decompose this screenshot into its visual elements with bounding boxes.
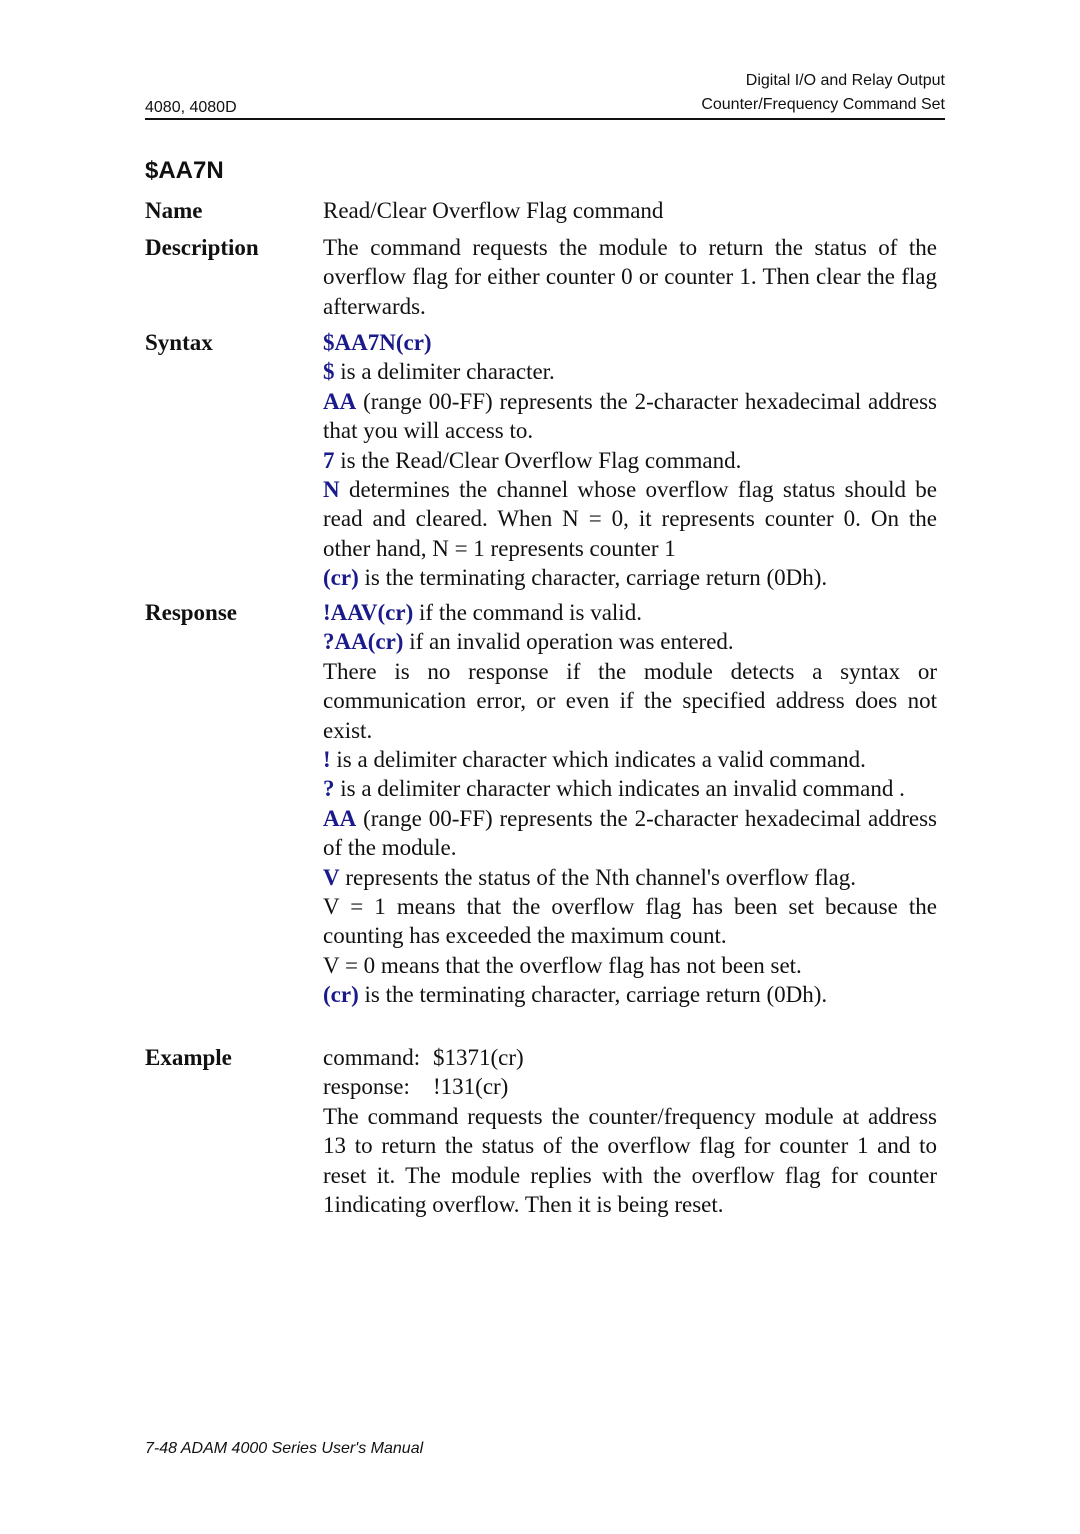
section-response: Response !AAV(cr) if the command is vali… xyxy=(145,598,937,1010)
name-text: Read/Clear Overflow Flag command xyxy=(323,198,664,223)
response-key: (cr) xyxy=(323,982,359,1008)
syntax-key: 7 xyxy=(323,447,335,473)
syntax-item: AA (range 00-FF) represents the 2-charac… xyxy=(323,387,937,446)
response-desc: is the terminating character, carriage r… xyxy=(358,982,828,1008)
response-v0: V = 0 means that the overflow flag has n… xyxy=(323,952,802,978)
response-desc: (range 00-FF) represents the 2-character… xyxy=(323,805,937,861)
page-footer: 7-48 ADAM 4000 Series User's Manual xyxy=(145,1440,424,1457)
response-v1: V = 1 means that the overflow flag has b… xyxy=(323,894,937,949)
header-model: 4080, 4080D xyxy=(145,99,237,116)
example-key: command: xyxy=(323,1045,421,1070)
response-key: !AAV(cr) xyxy=(323,600,414,625)
syntax-key: (cr) xyxy=(323,565,359,591)
response-desc: is a delimiter character which indicates… xyxy=(330,747,866,773)
section-label: Description xyxy=(145,235,259,260)
syntax-desc: is the Read/Clear Overflow Flag command. xyxy=(334,447,742,473)
section-description: Description The command requests the mod… xyxy=(145,233,937,321)
syntax-item: (cr) is the terminating character, carri… xyxy=(323,563,937,592)
syntax-command: $AA7N(cr) xyxy=(323,330,432,355)
example-command: command: $1371(cr) xyxy=(323,1043,937,1072)
response-key: ?AA(cr) xyxy=(323,629,404,655)
response-desc: represents the status of the Nth channel… xyxy=(339,864,857,890)
command-title: $AA7N xyxy=(145,157,224,184)
syntax-key: N xyxy=(323,477,340,503)
example-text: The command requests the counter/frequen… xyxy=(323,1103,937,1218)
syntax-item: $ is a delimiter character. xyxy=(323,357,937,386)
response-cr: (cr) is the terminating character, carri… xyxy=(323,980,937,1009)
section-name: Name Read/Clear Overflow Flag command xyxy=(145,196,937,225)
response-desc: if the command is valid. xyxy=(413,600,642,625)
header-chapter-line2: Counter/Frequency Command Set xyxy=(701,96,945,113)
response-item: ? is a delimiter character which indicat… xyxy=(323,774,937,803)
syntax-key: $ xyxy=(323,359,335,385)
description-text: The command requests the module to retur… xyxy=(323,235,937,319)
section-example: Example command: $1371(cr) response: !131(… xyxy=(145,1043,937,1219)
section-label: Example xyxy=(145,1045,232,1070)
response-valid: !AAV(cr) if the command is valid. xyxy=(323,598,937,627)
response-key: ? xyxy=(323,776,335,802)
header-chapter: Digital I/O and Relay Output Counter/Fre… xyxy=(701,69,945,117)
example-response: response: !131(cr) xyxy=(323,1072,937,1101)
example-value: !131(cr) xyxy=(433,1074,509,1100)
syntax-desc: determines the channel whose overflow fl… xyxy=(323,477,937,561)
syntax-key: AA xyxy=(323,388,357,414)
section-label: Name xyxy=(145,198,203,223)
response-key: ! xyxy=(323,747,331,773)
response-item: ! is a delimiter character which indicat… xyxy=(323,745,937,774)
syntax-desc: is the terminating character, carriage r… xyxy=(358,565,828,591)
syntax-desc: (range 00-FF) represents the 2-character… xyxy=(323,388,937,444)
section-syntax: Syntax $AA7N(cr) $ is a delimiter charac… xyxy=(145,328,937,593)
page-header: 4080, 4080D Digital I/O and Relay Output… xyxy=(145,68,945,120)
response-desc: if an invalid operation was entered. xyxy=(403,629,734,655)
response-no-response: There is no response if the module detec… xyxy=(323,658,937,743)
syntax-desc: is a delimiter character. xyxy=(334,359,555,385)
example-value: $1371(cr) xyxy=(433,1045,524,1070)
response-invalid: ?AA(cr) if an invalid operation was ente… xyxy=(323,627,937,656)
example-key: response: xyxy=(323,1074,410,1100)
response-item: V represents the status of the Nth chann… xyxy=(323,863,937,892)
section-label: Response xyxy=(145,600,238,625)
syntax-item: 7 is the Read/Clear Overflow Flag comman… xyxy=(323,446,937,475)
response-key: V xyxy=(323,864,340,890)
response-item: AA (range 00-FF) represents the 2-charac… xyxy=(323,804,937,863)
section-label: Syntax xyxy=(145,330,213,355)
response-desc: is a delimiter character which indicates… xyxy=(334,776,905,802)
header-chapter-line1: Digital I/O and Relay Output xyxy=(745,72,945,89)
syntax-item: N determines the channel whose overflow … xyxy=(323,475,937,563)
response-key: AA xyxy=(323,805,357,831)
